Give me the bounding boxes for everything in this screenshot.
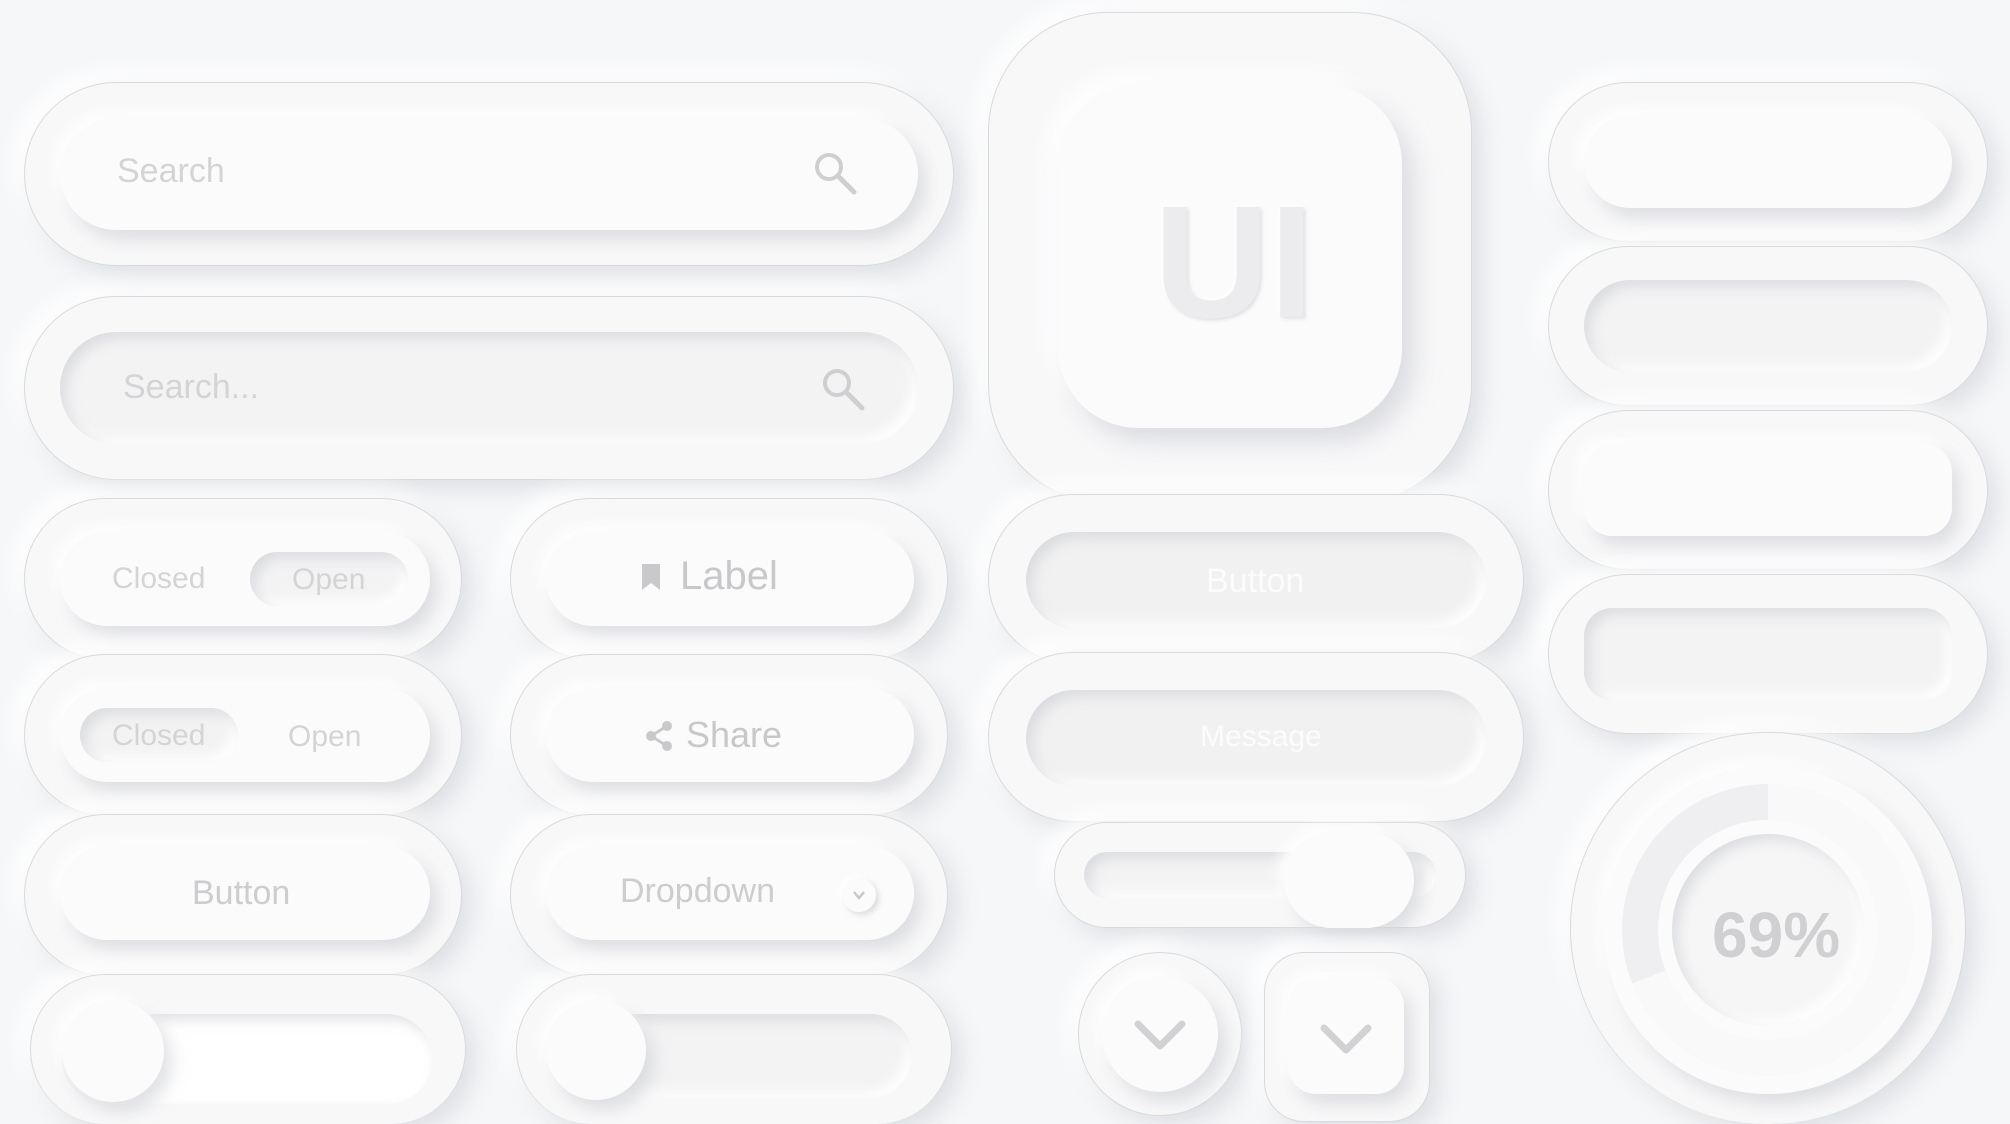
label-text: Label [680,554,778,598]
segmented-toggle[interactable]: Closed Open [60,532,430,626]
round-chevron-button[interactable] [1102,976,1218,1092]
bookmark-icon [640,562,662,592]
message-input[interactable]: Message [1026,690,1486,786]
progress-value: 69% [1712,899,1841,971]
slider-thumb[interactable] [62,1000,164,1102]
slider-thumb[interactable] [546,1000,646,1100]
toggle-option-closed-label: Closed [112,719,206,752]
toggle-option-closed[interactable]: Closed [112,562,205,596]
search-icon[interactable] [812,150,858,196]
inset-bar[interactable] [1584,608,1952,700]
dropdown[interactable]: Dropdown [546,846,914,940]
share-label: Share [686,714,783,755]
logo-text: UI [1154,172,1314,351]
search-input-inset[interactable]: Search... [60,332,918,444]
raised-bar[interactable] [1584,444,1952,536]
logo-tile: UI [1058,84,1402,428]
share-button[interactable]: Share [546,688,914,782]
slider-thumb[interactable] [1284,832,1414,928]
share-icon [644,720,674,752]
label-button[interactable]: Label [546,532,914,626]
toggle-option-open-label: Open [292,563,366,596]
center-button-label: Button [1206,562,1305,600]
toggle-option-closed-selected[interactable]: Closed [80,708,238,762]
toggle-option-open-selected[interactable]: Open [250,552,408,606]
search-placeholder: Search [117,152,225,190]
chevron-down-icon [1318,1018,1374,1058]
square-chevron-button[interactable] [1288,978,1404,1094]
button-label: Button [192,874,291,912]
segmented-toggle[interactable]: Closed Open [60,688,430,782]
chevron-down-icon [1132,1014,1188,1054]
inset-bar[interactable] [1584,280,1952,372]
raised-bar[interactable] [1584,116,1952,208]
button[interactable]: Button [60,846,430,940]
progress-ring: 69% [1604,766,1932,1094]
dropdown-label: Dropdown [620,872,775,910]
message-placeholder: Message [1200,720,1322,753]
center-button[interactable]: Button [1026,532,1486,628]
search-icon[interactable] [820,366,866,412]
search-placeholder: Search... [123,368,260,406]
toggle-option-open[interactable]: Open [288,720,361,754]
search-input-raised[interactable]: Search [60,118,918,230]
chevron-down-icon[interactable] [842,878,876,912]
